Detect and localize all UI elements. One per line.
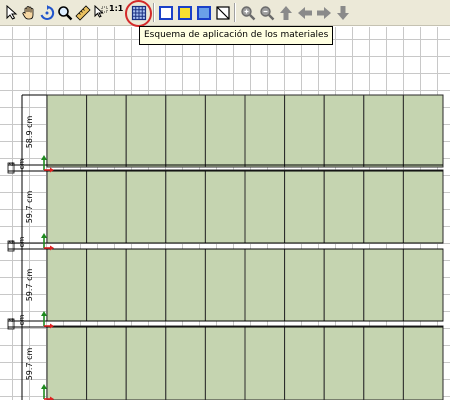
zoom-out-icon[interactable]: [257, 3, 276, 22]
material-layout-plan: [7, 94, 444, 400]
square-diagonal-icon[interactable]: [213, 3, 232, 22]
material-panel: [165, 169, 206, 244]
zoom-in-icon[interactable]: [238, 3, 257, 22]
material-panel: [204, 248, 246, 322]
rotate-icon[interactable]: [37, 3, 56, 22]
toolbar-separator: [153, 3, 155, 22]
material-panel: [244, 248, 286, 322]
material-panel: [46, 325, 88, 400]
material-panel: [125, 94, 167, 168]
origin-marker-y: [41, 311, 47, 316]
material-panel: [244, 169, 286, 244]
material-panel: [46, 248, 88, 322]
material-panel: [46, 94, 88, 168]
zoom-magnifier-icon[interactable]: [55, 3, 74, 22]
material-panel: [165, 248, 206, 322]
material-panel: [363, 248, 404, 322]
highlight-circle: [125, 0, 152, 27]
material-panel: [323, 325, 365, 400]
material-panel: [323, 94, 365, 168]
material-panel: [125, 325, 167, 400]
material-panel: [204, 325, 246, 400]
material-panel: [284, 325, 325, 400]
material-panel: [284, 169, 325, 244]
square-yellow-icon[interactable]: [175, 3, 194, 22]
material-panel: [125, 248, 167, 322]
material-panel: [86, 169, 127, 244]
square-blue-outline-icon[interactable]: [156, 3, 175, 22]
row-height-label: 59.7 cm: [25, 347, 34, 381]
row-height-label: 59.7 cm: [25, 190, 34, 224]
material-panel: [402, 94, 444, 168]
origin-marker-y: [41, 155, 47, 160]
measure-ruler-icon[interactable]: [73, 3, 92, 22]
material-panel: [125, 169, 167, 244]
gap-label: 4 cm: [8, 236, 26, 248]
select-region-icon[interactable]: [91, 3, 110, 22]
material-panel: [363, 169, 404, 244]
material-panel: [86, 94, 127, 168]
arrow-up-icon[interactable]: [276, 3, 295, 22]
gap-label: 4 cm: [8, 158, 26, 170]
material-panel: [244, 94, 286, 168]
arrow-down-icon[interactable]: [333, 3, 352, 22]
arrow-right-icon[interactable]: [314, 3, 333, 22]
arrow-left-icon[interactable]: [295, 3, 314, 22]
material-panel: [46, 169, 88, 244]
material-panel: [323, 248, 365, 322]
material-panel: [323, 169, 365, 244]
tooltip: Esquema de aplicación de los materiales: [139, 26, 334, 45]
material-panel: [86, 248, 127, 322]
material-panel: [402, 169, 444, 244]
material-panel: [204, 169, 246, 244]
material-panel: [402, 248, 444, 322]
toolbar-separator: [234, 3, 236, 22]
material-panel: [284, 94, 325, 168]
pan-hand-icon[interactable]: [19, 3, 38, 22]
material-panel: [284, 248, 325, 322]
origin-marker-y: [41, 233, 47, 238]
material-panel: [363, 325, 404, 400]
scale-one-to-one-button[interactable]: 1:1: [109, 4, 123, 13]
gap-label: 4 cm: [8, 314, 26, 326]
row-height-label: 58.9 cm: [25, 115, 34, 149]
material-panel: [402, 325, 444, 400]
material-panel: [204, 94, 246, 168]
drawing-canvas[interactable]: 58.9 cm 59.7 cm 59.7 cm 59.7 cm 4 cm 4 c…: [0, 27, 450, 400]
row-height-label: 59.7 cm: [25, 268, 34, 302]
origin-marker-y: [41, 384, 47, 389]
material-panel: [363, 94, 404, 168]
material-panel: [165, 94, 206, 168]
material-panel: [165, 325, 206, 400]
material-panel: [86, 325, 127, 400]
toolbar: 1:1: [0, 0, 450, 27]
square-blue-fill-icon[interactable]: [194, 3, 213, 22]
material-panel: [244, 325, 286, 400]
